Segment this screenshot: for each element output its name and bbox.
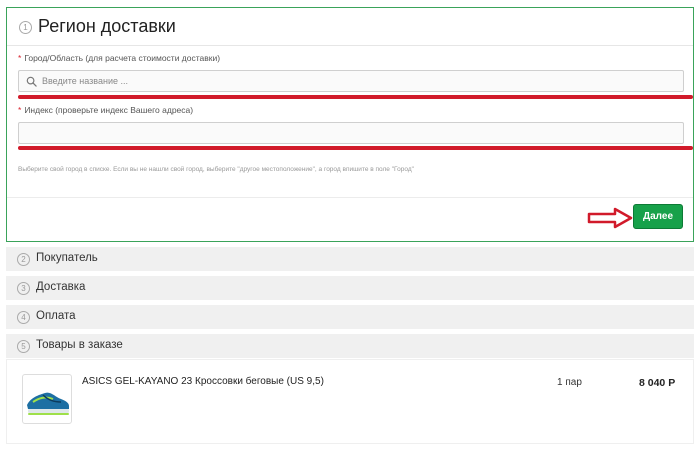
section-label: Оплата	[36, 310, 76, 322]
step-number: 4	[17, 311, 30, 324]
cart-items-panel: ASICS GEL-KAYANO 23 Кроссовки беговые (U…	[6, 359, 694, 444]
region-header: 1 Регион доставки	[7, 8, 693, 46]
step-number: 1	[19, 21, 32, 34]
sneaker-image	[27, 392, 69, 415]
city-field-label: * Город/Область (для расчета стоимости до…	[18, 53, 220, 63]
required-mark: *	[18, 53, 22, 63]
product-name[interactable]: ASICS GEL-KAYANO 23 Кроссовки беговые (U…	[82, 376, 324, 387]
city-search-input[interactable]	[42, 73, 678, 89]
divider	[7, 197, 693, 198]
postal-index-input[interactable]	[25, 125, 661, 141]
step-number: 3	[17, 282, 30, 295]
next-button[interactable]: Далее	[633, 204, 683, 229]
delivery-region-panel: 1 Регион доставки * Город/Область (для ра…	[6, 7, 694, 242]
search-icon	[26, 76, 37, 87]
city-highlight-underline	[18, 95, 693, 99]
city-hint-text: Выберите свой город в списке. Если вы не…	[18, 166, 414, 173]
section-label: Покупатель	[36, 252, 98, 264]
section-payment[interactable]: 4 Оплата	[6, 305, 694, 329]
city-input-wrapper[interactable]	[18, 70, 684, 92]
product-image[interactable]	[22, 374, 72, 424]
step-number: 2	[17, 253, 30, 266]
product-quantity: 1 пар	[557, 377, 582, 388]
index-input-wrapper[interactable]	[18, 122, 684, 144]
section-label: Товары в заказе	[36, 339, 123, 351]
step-number: 5	[17, 340, 30, 353]
region-title: Регион доставки	[38, 16, 176, 36]
index-highlight-underline	[18, 146, 693, 150]
product-price: 8 040 Р	[639, 377, 676, 389]
section-order-items[interactable]: 5 Товары в заказе	[6, 334, 694, 358]
required-mark: *	[18, 105, 22, 115]
section-delivery[interactable]: 3 Доставка	[6, 276, 694, 300]
index-field-label: * Индекс (проверьте индекс Вашего адреса)	[18, 105, 193, 115]
index-label-text: Индекс (проверьте индекс Вашего адреса)	[24, 105, 194, 115]
city-label-text: Город/Область (для расчета стоимости дос…	[24, 53, 221, 63]
section-buyer[interactable]: 2 Покупатель	[6, 247, 694, 271]
arrow-right-icon	[587, 207, 633, 229]
section-label: Доставка	[36, 281, 86, 293]
